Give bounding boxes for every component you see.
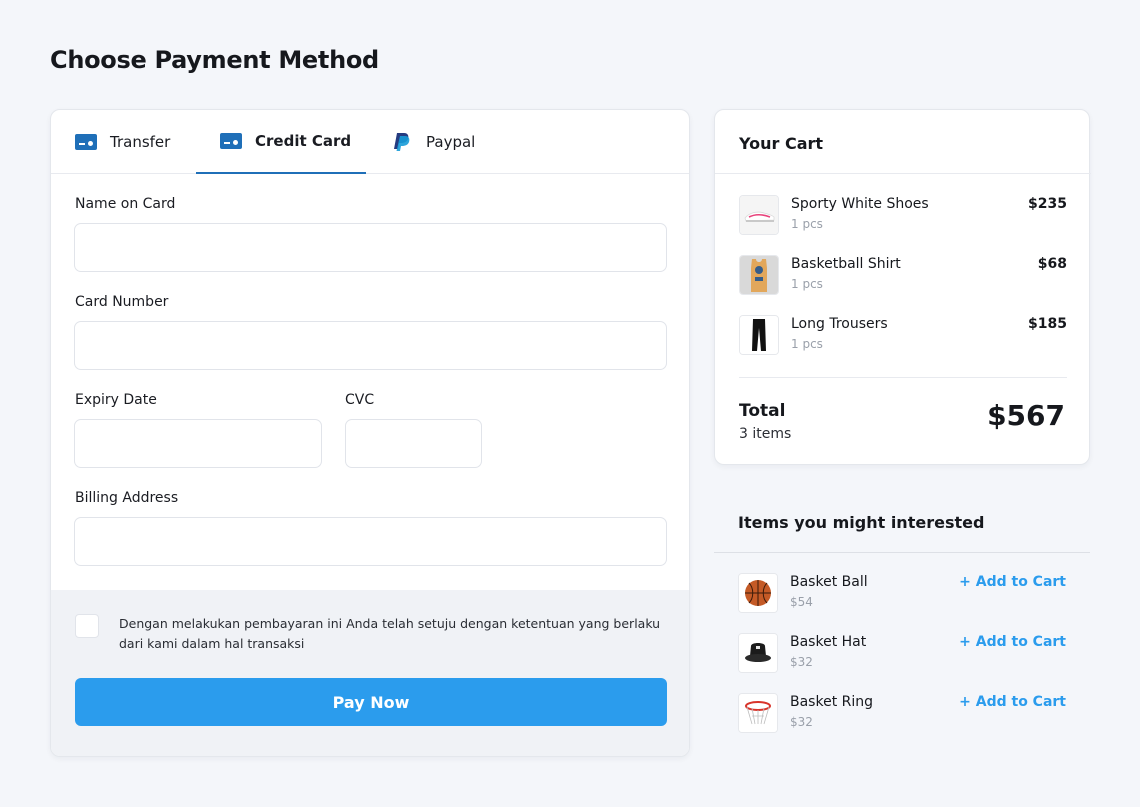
billing-address-label: Billing Address — [75, 490, 179, 506]
transfer-card-icon — [75, 134, 97, 150]
cvc-field[interactable] — [345, 419, 482, 468]
tab-paypal[interactable]: Paypal — [391, 110, 475, 174]
cart-title: Your Cart — [739, 134, 824, 153]
add-to-cart-button[interactable]: + Add to Cart — [959, 574, 1066, 590]
cart-item: Long Trousers 1 pcs $185 — [739, 315, 1067, 355]
name-on-card-field[interactable] — [74, 223, 667, 272]
suggestion-item-name: Basket Ring — [790, 694, 874, 710]
cart-item: Sporty White Shoes 1 pcs $235 — [739, 195, 1067, 235]
pay-now-button[interactable]: Pay Now — [75, 678, 667, 726]
tab-label: Credit Card — [255, 132, 352, 150]
hoop-thumbnail — [738, 693, 778, 733]
payment-form-panel: Transfer Credit Card Paypal Name on Card… — [50, 109, 690, 757]
suggestion-item-name: Basket Hat — [790, 634, 867, 650]
jersey-thumbnail — [739, 255, 779, 295]
paypal-icon — [391, 133, 413, 151]
cart-item-quantity: 1 pcs — [791, 337, 823, 351]
suggestion-item: Basket Ring $32 + Add to Cart — [738, 693, 1066, 733]
divider — [739, 377, 1067, 378]
terms-section: Dengan melakukan pembayaran ini Anda tel… — [51, 590, 689, 756]
divider — [715, 173, 1091, 174]
trousers-thumbnail — [739, 315, 779, 355]
name-on-card-label: Name on Card — [75, 196, 176, 212]
expiry-date-field[interactable] — [74, 419, 322, 468]
suggestion-item-price: $32 — [790, 655, 813, 669]
tab-credit-card[interactable]: Credit Card — [196, 110, 366, 174]
suggestion-item: Basket Ball $54 + Add to Cart — [738, 573, 1066, 613]
cart-panel: Your Cart Sporty White Shoes 1 pcs $235 … — [714, 109, 1091, 465]
suggestion-item-name: Basket Ball — [790, 574, 868, 590]
shoe-thumbnail — [739, 195, 779, 235]
cart-item: Basketball Shirt 1 pcs $68 — [739, 255, 1067, 295]
suggestion-item-price: $32 — [790, 715, 813, 729]
tab-label: Paypal — [426, 133, 476, 151]
add-to-cart-button[interactable]: + Add to Cart — [959, 694, 1066, 710]
tab-label: Transfer — [110, 133, 171, 151]
expiry-date-label: Expiry Date — [75, 392, 157, 408]
page-title: Choose Payment Method — [50, 46, 379, 74]
cart-item-price: $68 — [1037, 256, 1067, 272]
suggestion-item: Basket Hat $32 + Add to Cart — [738, 633, 1066, 673]
total-item-count: 3 items — [739, 426, 792, 442]
basketball-thumbnail — [738, 573, 778, 613]
cart-item-price: $235 — [1028, 196, 1067, 212]
add-to-cart-button[interactable]: + Add to Cart — [959, 634, 1066, 650]
cvc-label: CVC — [345, 392, 375, 408]
cart-item-name: Basketball Shirt — [791, 256, 901, 272]
cart-item-quantity: 1 pcs — [791, 277, 823, 291]
total-label: Total — [739, 401, 786, 421]
tab-transfer[interactable]: Transfer — [75, 110, 170, 174]
credit-card-icon — [220, 133, 242, 149]
payment-method-tabs: Transfer Credit Card Paypal — [51, 110, 689, 174]
total-amount: $567 — [987, 399, 1065, 432]
cart-item-price: $185 — [1028, 316, 1067, 332]
terms-checkbox[interactable] — [75, 614, 99, 638]
suggestion-item-price: $54 — [790, 595, 813, 609]
suggestions-title: Items you might interested — [738, 513, 985, 532]
cart-item-name: Sporty White Shoes — [791, 196, 929, 212]
cart-item-quantity: 1 pcs — [791, 217, 823, 231]
bucket-hat-thumbnail — [738, 633, 778, 673]
billing-address-field[interactable] — [74, 517, 667, 566]
card-number-label: Card Number — [75, 294, 169, 310]
divider — [714, 552, 1090, 553]
cart-item-name: Long Trousers — [791, 316, 888, 332]
card-number-field[interactable] — [74, 321, 667, 370]
terms-text: Dengan melakukan pembayaran ini Anda tel… — [119, 616, 661, 651]
